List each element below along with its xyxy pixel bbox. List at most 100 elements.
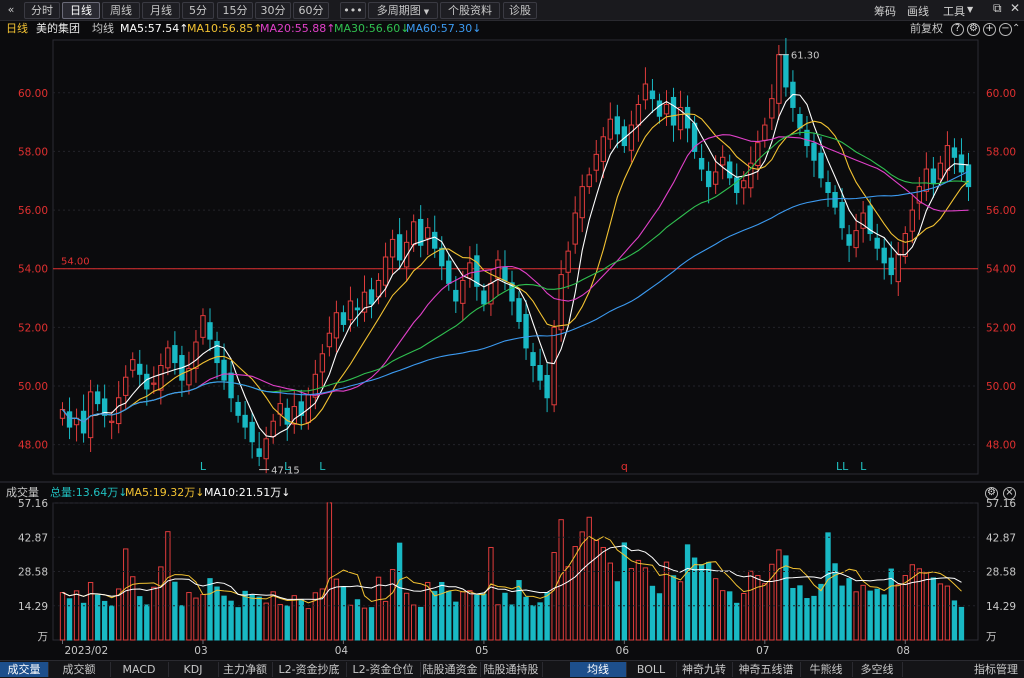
volume-bar [628,568,635,641]
price-tick-left: 58.00 [18,146,48,158]
volume-bar [790,587,796,641]
candle-body [172,345,178,364]
volume-bar [186,592,192,641]
price-tick-right: 48.00 [986,440,1016,452]
overlay-tab-0[interactable]: 均线 [570,662,627,677]
volume-bar [94,594,101,641]
candle-body [776,54,782,104]
high-marker-label: 61.30 [791,51,820,62]
volume-bar [108,605,115,641]
indicator-tab-1[interactable]: 成交额 [48,662,111,677]
volume-bar [734,602,740,641]
candle-body [467,262,473,279]
volume-bar [446,590,452,641]
candle-body [797,113,803,129]
indicator-tab-3[interactable]: KDJ [168,662,219,677]
price-tick-right: 58.00 [986,146,1016,158]
volume-bar [130,576,136,641]
volume-bar [825,532,831,641]
volume-bar [776,549,782,641]
date-tick-label: 04 [335,645,349,657]
volume-bar [214,586,220,641]
candle-body [333,312,340,339]
signal-marker: L [284,460,291,473]
indicator-tab-4[interactable]: 主力净额 [218,662,273,677]
candle-body [593,153,599,171]
price-tick-right: 54.00 [986,264,1016,276]
volume-bar [453,601,459,641]
volume-bar [579,531,585,641]
signal-marker: L [319,460,326,473]
volume-bar [593,540,599,641]
overlay-tab-5[interactable]: 多空线 [852,662,903,677]
candle-body [656,100,663,117]
ma20-line [62,134,969,423]
candle-body [235,401,241,416]
indicator-tab-0[interactable]: 成交量 [0,662,49,677]
volume-bar [537,602,543,641]
candle-body [263,438,269,460]
candle-body [649,90,656,100]
volume-bar [544,592,550,641]
candle-body [460,279,466,304]
stock-chart[interactable]: 60.00 60.00 58.00 58.00 56.00 56.00 54.00 54.00… [0,0,1024,660]
candle-body [846,234,852,246]
volume-bar [607,562,613,641]
indicator-tab-7[interactable]: 陆股通资金 [420,662,481,677]
candle-body [137,363,143,375]
volume-bar [123,548,129,641]
volume-bar [151,586,157,641]
indicator-bar: 成交量 成交额 MACD KDJ 主力净额 L2-资金抄底 L2-资金仓位 陆股通资金 陆股通持… [0,660,1024,678]
candle-body [663,104,670,115]
volume-bar [923,572,930,641]
volume-bar [818,583,824,641]
price-tick-right: 56.00 [986,205,1016,217]
candle-body [783,54,789,88]
candle-body [116,397,122,425]
candle-body [207,322,213,340]
volume-bar [523,596,529,641]
volume-bar [720,590,726,641]
candle-body [909,209,915,232]
indicator-tab-6[interactable]: L2-资金仓位 [346,662,421,677]
volume-bar [727,591,733,641]
candle-body [530,352,536,366]
volume-bar [467,590,473,641]
date-tick-label: 06 [616,645,630,657]
indicator-tab-2[interactable]: MACD [110,662,169,677]
volume-bar [860,584,866,641]
candle-body [888,257,894,276]
volume-bar [137,596,143,641]
overlay-tab-2[interactable]: 神奇九转 [676,662,733,677]
volume-bar [200,593,206,641]
volume-bar [853,591,859,641]
date-tick-label: 08 [897,645,910,657]
candle-body [944,145,951,171]
volume-tick-right: 57.16 [986,498,1016,510]
candle-body [347,300,354,321]
price-tick-right: 60.00 [986,88,1016,100]
candle-body [937,162,944,180]
volume-bar [340,586,347,641]
volume-tick-right: 28.58 [986,567,1016,579]
volume-bar [937,583,944,641]
indicator-tab-5[interactable]: L2-资金抄底 [272,662,347,677]
candle-body [762,124,768,141]
candle-body [811,142,817,161]
signal-marker: q [621,460,628,473]
overlay-tab-3[interactable]: 神奇五线谱 [732,662,801,677]
candle-body [839,201,845,229]
overlay-tab-1[interactable]: BOLL [626,662,677,677]
volume-bar [277,604,283,641]
overlay-tab-6[interactable]: 指标管理 [968,662,1024,677]
volume-bar [291,595,297,641]
signal-marker: L [860,460,867,473]
main-plot-frame [52,39,979,475]
volume-bar [916,568,923,641]
indicator-tab-8[interactable]: 陆股通持股 [480,662,543,677]
candle-body [727,161,733,179]
candle-body [874,237,880,249]
volume-bar [565,566,571,641]
overlay-tab-4[interactable]: 牛熊线 [800,662,853,677]
price-tick-left: 50.00 [18,381,48,393]
